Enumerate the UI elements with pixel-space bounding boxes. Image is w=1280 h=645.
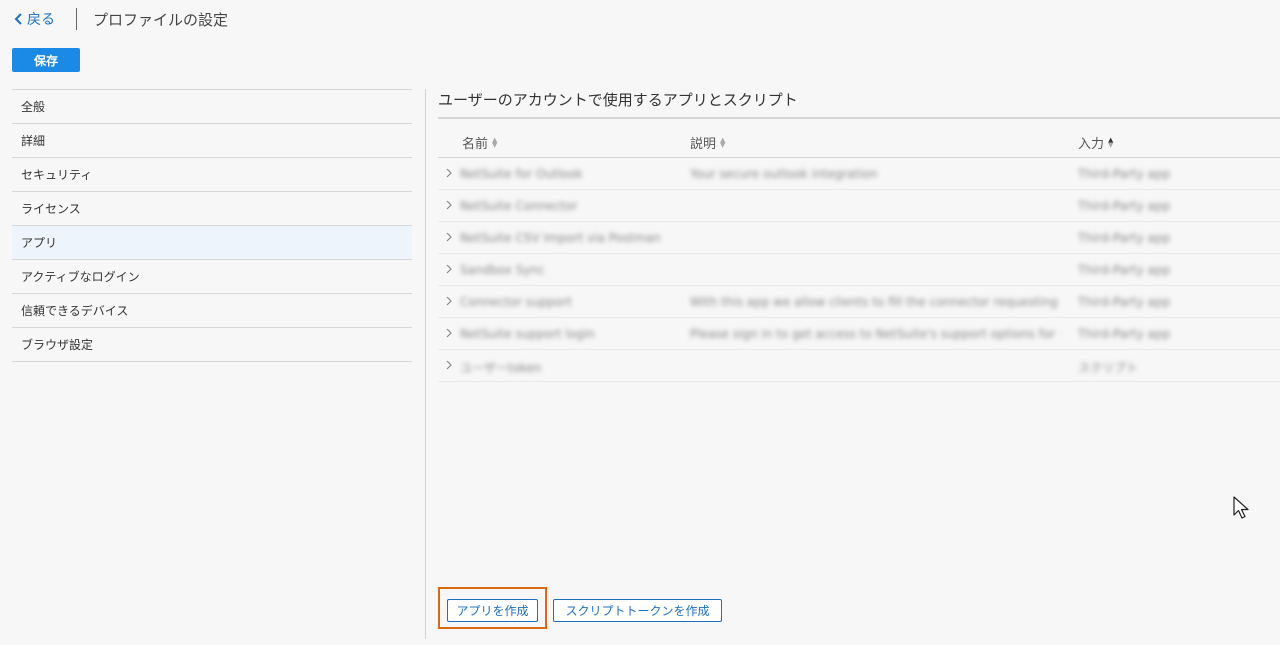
column-header-label: 説明: [690, 137, 717, 152]
app-name: Sandbox Sync: [460, 263, 545, 277]
sidebar-item-active-logins[interactable]: アクティブなログイン: [12, 259, 412, 293]
sidebar-item-label: アプリ: [21, 236, 58, 250]
table-row[interactable]: NetSuite Connector Third-Party app: [438, 190, 1280, 222]
sidebar-nav: 全般 詳細 セキュリティ ライセンス アプリ アクティブなログイン 信頼できるデ…: [12, 89, 412, 362]
chevron-right-icon[interactable]: [445, 232, 453, 242]
sort-icon: ▲ ▼: [720, 135, 726, 149]
table-row[interactable]: Sandbox Sync Third-Party app: [438, 254, 1280, 286]
chevron-right-icon[interactable]: [445, 328, 453, 338]
app-name: Connector support: [460, 295, 572, 309]
sidebar-item-apps[interactable]: アプリ: [12, 225, 412, 259]
column-header-name[interactable]: 名前 ▲ ▼: [462, 133, 497, 152]
chevron-right-icon[interactable]: [445, 168, 453, 178]
table-row[interactable]: Connector support With this app we allow…: [438, 286, 1280, 318]
app-name: NetSuite CSV Import via Postman: [460, 231, 661, 245]
app-description: With this app we allow clients to fill t…: [690, 295, 1060, 309]
app-name: NetSuite for Outlook: [460, 167, 583, 181]
section-title: ユーザーのアカウントで使用するアプリとスクリプト: [438, 91, 798, 109]
table-header: 名前 ▲ ▼ 説明 ▲ ▼ 入力 ▲ ▼: [438, 119, 1280, 158]
sidebar-item-browser-settings[interactable]: ブラウザ設定: [12, 327, 412, 362]
table-row[interactable]: NetSuite for Outlook Your secure outlook…: [438, 158, 1280, 190]
chevron-right-icon[interactable]: [445, 200, 453, 210]
apps-table-body: NetSuite for Outlook Your secure outlook…: [438, 158, 1280, 382]
app-input: Third-Party app: [1078, 199, 1171, 213]
table-row[interactable]: NetSuite CSV Import via Postman Third-Pa…: [438, 222, 1280, 254]
header-divider: [76, 8, 77, 30]
sort-ascending-icon: ▲ ▼: [1108, 135, 1114, 149]
column-header-label: 名前: [462, 137, 489, 152]
app-input: Third-Party app: [1078, 231, 1171, 245]
sidebar-item-label: 詳細: [21, 134, 46, 148]
page-title: プロファイルの設定: [93, 11, 229, 29]
app-name: ユーザーtoken: [460, 361, 542, 375]
sidebar-item-label: 全般: [21, 100, 46, 114]
back-link-label: 戻る: [27, 12, 55, 28]
sidebar-item-license[interactable]: ライセンス: [12, 191, 412, 225]
sidebar-item-label: アクティブなログイン: [21, 270, 140, 284]
create-app-button[interactable]: アプリを作成: [447, 599, 538, 622]
main-panel: ユーザーのアカウントで使用するアプリとスクリプト 名前 ▲ ▼ 説明 ▲ ▼ 入力 …: [438, 89, 1280, 382]
table-row[interactable]: ユーザーtoken スクリプト: [438, 350, 1280, 382]
app-input: Third-Party app: [1078, 327, 1171, 341]
sidebar-item-general[interactable]: 全般: [12, 89, 412, 123]
mouse-cursor-icon: [1233, 496, 1249, 519]
sidebar-item-label: 信頼できるデバイス: [21, 304, 129, 318]
sidebar-item-label: ライセンス: [21, 202, 81, 216]
sidebar-item-details[interactable]: 詳細: [12, 123, 412, 157]
top-bar: 戻る プロファイルの設定: [0, 0, 1280, 40]
app-input: Third-Party app: [1078, 263, 1171, 277]
sidebar-item-label: ブラウザ設定: [21, 338, 94, 352]
back-link[interactable]: 戻る: [14, 9, 55, 29]
create-script-token-button[interactable]: スクリプトトークンを作成: [553, 599, 722, 622]
sort-icon: ▲ ▼: [492, 135, 498, 149]
column-header-label: 入力: [1078, 137, 1105, 152]
app-name: NetSuite support login: [460, 327, 595, 341]
app-description: Your secure outlook integration: [690, 167, 878, 181]
app-input: Third-Party app: [1078, 295, 1171, 309]
column-header-input[interactable]: 入力 ▲ ▼: [1078, 133, 1113, 152]
app-description: Please sign in to get access to NetSuite…: [690, 327, 1060, 341]
column-header-description[interactable]: 説明 ▲ ▼: [690, 133, 725, 152]
table-row[interactable]: NetSuite support login Please sign in to…: [438, 318, 1280, 350]
panel-divider: [425, 89, 426, 639]
sidebar-item-security[interactable]: セキュリティ: [12, 157, 412, 191]
app-input: Third-Party app: [1078, 167, 1171, 181]
chevron-left-icon: [14, 13, 22, 25]
chevron-right-icon[interactable]: [445, 296, 453, 306]
app-input: スクリプト: [1078, 361, 1139, 375]
chevron-right-icon[interactable]: [445, 360, 453, 370]
app-name: NetSuite Connector: [460, 199, 578, 213]
sidebar-item-trusted-devices[interactable]: 信頼できるデバイス: [12, 293, 412, 327]
chevron-right-icon[interactable]: [445, 264, 453, 274]
save-button[interactable]: 保存: [12, 48, 80, 72]
sidebar-item-label: セキュリティ: [21, 168, 93, 182]
